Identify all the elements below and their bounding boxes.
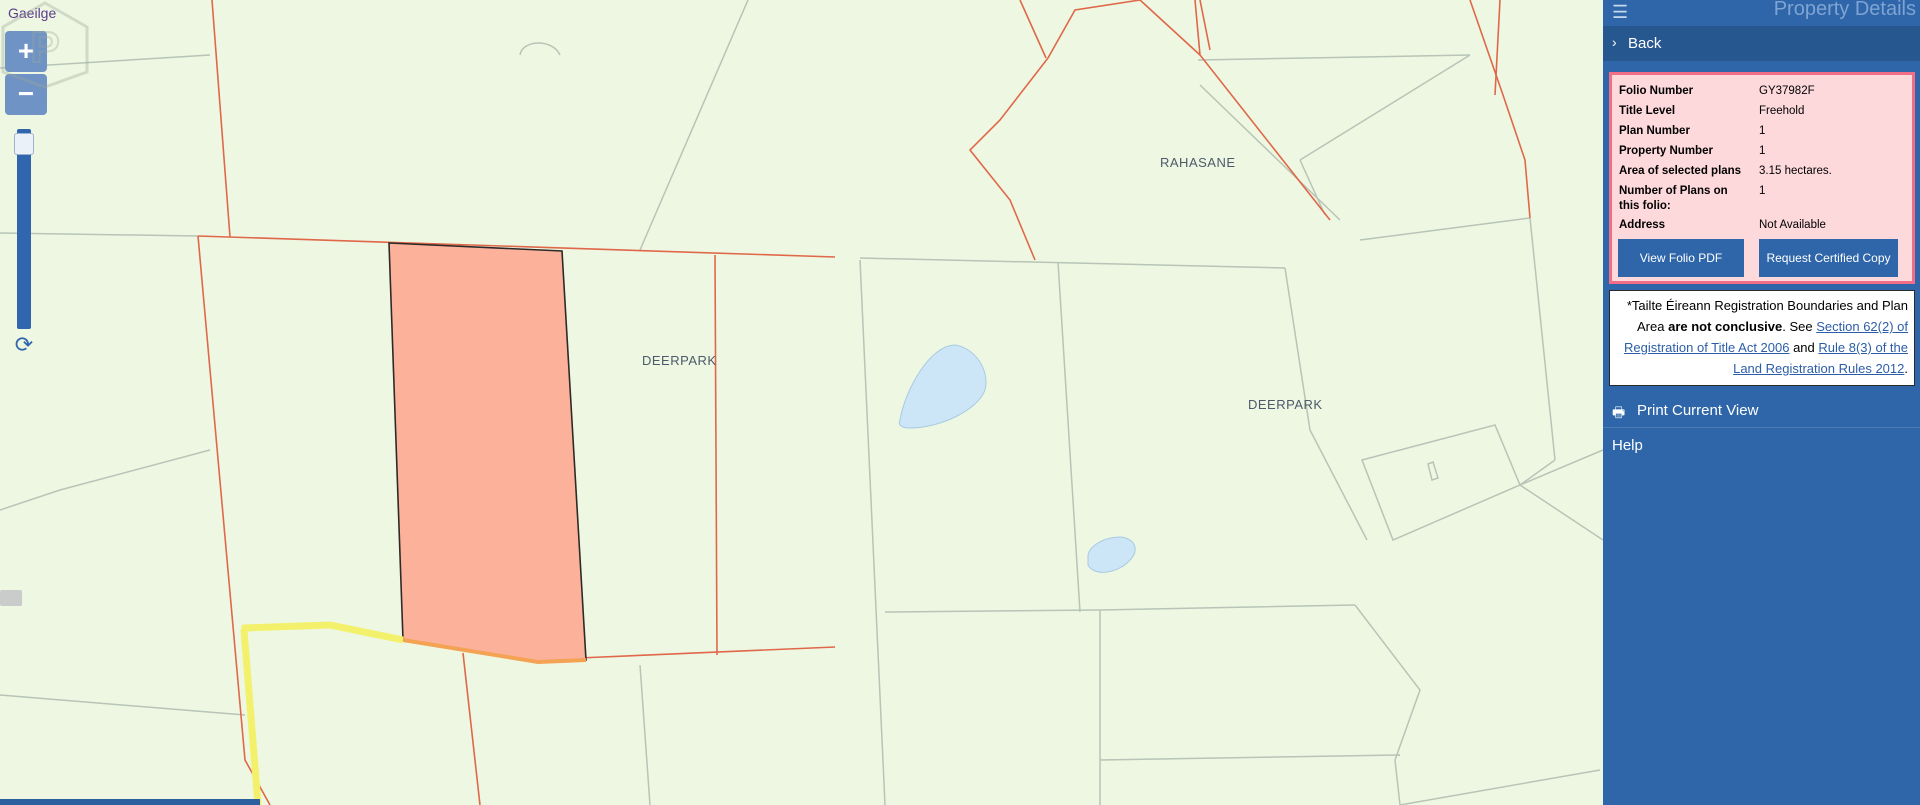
zoom-slider-track[interactable] [17, 129, 31, 329]
printer-icon: 🖶 [1612, 404, 1626, 420]
menu-icon[interactable]: ☰ [1612, 3, 1630, 21]
pond-large [898, 344, 987, 429]
panel-header: ☰ Property Details [1603, 0, 1920, 26]
view-folio-pdf-button[interactable]: View Folio PDF [1618, 239, 1744, 277]
detail-key: Plan Number [1619, 125, 1690, 137]
detail-key: Number of Plans on this folio: [1619, 185, 1728, 212]
zoom-slider-handle[interactable] [14, 133, 34, 155]
bottom-scale-bar [0, 799, 260, 805]
back-label: Back [1628, 35, 1662, 52]
map-canvas[interactable] [0, 0, 1603, 805]
map-view[interactable]: Gaeilge + − ⟳ RAHASANE DEERPARK DEERPARK… [0, 0, 1603, 805]
chevron-right-icon: › [1612, 34, 1617, 50]
print-label: Print Current View [1637, 402, 1759, 419]
map-label-rahasane: RAHASANE [1160, 155, 1236, 170]
selected-parcel[interactable] [388, 242, 587, 663]
pond-small [1087, 536, 1136, 573]
refresh-icon[interactable]: ⟳ [12, 333, 36, 357]
notice-text: and [1789, 340, 1819, 355]
folio-details-box: Folio Number GY37982F Title Level Freeho… [1609, 72, 1915, 284]
detail-value: Not Available [1759, 219, 1826, 231]
notice-text: . [1904, 361, 1908, 376]
detail-key: Folio Number [1619, 85, 1694, 97]
map-label-deerpark-west: DEERPARK [642, 353, 717, 368]
map-label-deerpark-east: DEERPARK [1248, 397, 1323, 412]
property-details-panel: ☰ Property Details › Back Folio Number G… [1603, 0, 1920, 805]
notice-text: . See [1782, 319, 1817, 334]
help-link[interactable]: Help [1612, 437, 1643, 454]
detail-key: Address [1619, 219, 1666, 231]
detail-key: Title Level [1619, 105, 1676, 117]
building [0, 590, 22, 606]
detail-key: Property Number [1619, 145, 1713, 157]
detail-value: GY37982F [1759, 85, 1815, 97]
disclaimer-notice: *Tailte Éireann Registration Boundaries … [1609, 290, 1915, 386]
detail-value: 1 [1759, 125, 1766, 137]
watermark-logo-icon: P [1, 1, 89, 89]
detail-key: Area of selected plans [1619, 165, 1742, 177]
back-button[interactable]: › Back [1603, 26, 1920, 61]
panel-title: Property Details [1773, 0, 1916, 20]
print-current-view-button[interactable]: 🖶 Print Current View [1603, 393, 1920, 428]
request-certified-copy-button[interactable]: Request Certified Copy [1759, 239, 1898, 277]
notice-bold-text: are not conclusive [1668, 319, 1783, 334]
detail-value: Freehold [1759, 105, 1805, 117]
detail-value: 1 [1759, 145, 1766, 157]
grey-boundaries [0, 0, 1603, 805]
detail-value: 3.15 hectares. [1759, 165, 1832, 177]
svg-text:P: P [30, 23, 59, 72]
detail-value: 1 [1759, 185, 1766, 197]
yellow-road [240, 621, 404, 805]
